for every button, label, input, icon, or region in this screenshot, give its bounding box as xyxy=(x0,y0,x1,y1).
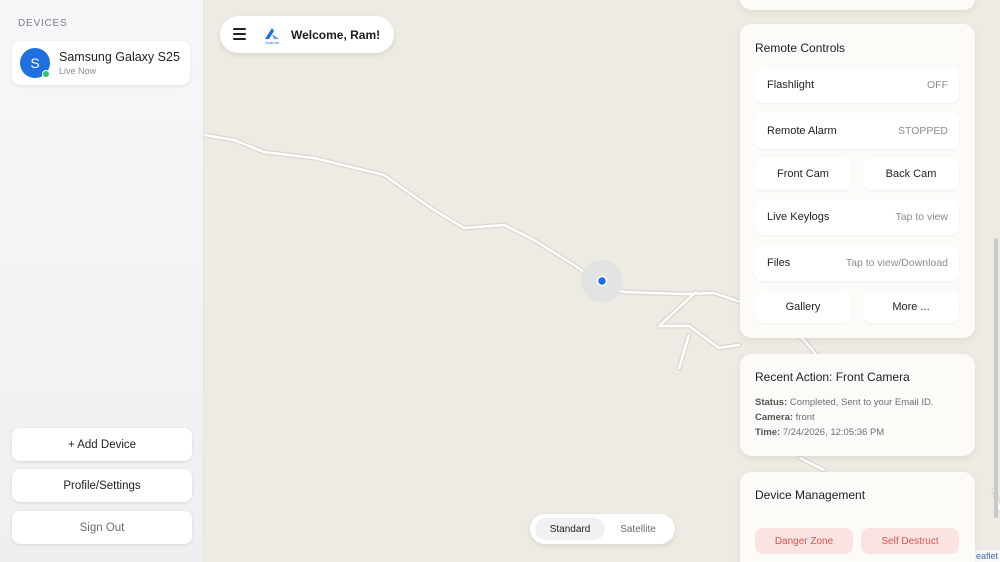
devices-heading: DEVICES xyxy=(18,18,68,29)
map-type-satellite[interactable]: Satellite xyxy=(606,518,670,540)
flashlight-control[interactable]: Flashlight OFF xyxy=(755,67,959,103)
files-value: Tap to view/Download xyxy=(845,257,948,269)
welcome-message: Welcome, Ram! xyxy=(291,28,381,42)
remote-alarm-value: STOPPED xyxy=(898,125,948,137)
recent-action-card: Recent Action: Front Camera Status: Comp… xyxy=(740,354,975,456)
remote-alarm-label: Remote Alarm xyxy=(767,125,837,137)
profile-settings-button[interactable]: Profile/Settings xyxy=(12,469,192,502)
device-management-card: Device Management Danger Zone Self Destr… xyxy=(740,472,975,562)
device-management-title: Device Management xyxy=(755,488,866,502)
remote-controls-card: Remote Controls Flashlight OFF Remote Al… xyxy=(740,24,975,338)
files-label: Files xyxy=(767,257,791,269)
danger-zone-button[interactable]: Danger Zone xyxy=(755,528,853,554)
device-name: Samsung Galaxy S25 xyxy=(59,50,180,64)
hamburger-menu-icon[interactable] xyxy=(233,28,246,40)
more-button[interactable]: More ... xyxy=(863,291,959,323)
files-control[interactable]: Files Tap to view/Download xyxy=(755,245,959,281)
remote-alarm-control[interactable]: Remote Alarm STOPPED xyxy=(755,113,959,149)
add-device-button[interactable]: + Add Device xyxy=(12,428,192,461)
device-status: Live Now xyxy=(59,66,97,76)
recent-action-title: Recent Action: Front Camera xyxy=(755,370,910,384)
panel-scrollbar[interactable] xyxy=(994,238,998,518)
device-card[interactable]: S Samsung Galaxy S25 Live Now xyxy=(12,41,190,85)
live-keylogs-value: Tap to view xyxy=(895,211,948,223)
map-type-standard[interactable]: Standard xyxy=(535,518,605,540)
svg-text:Android: Android xyxy=(265,40,279,45)
location-marker-icon xyxy=(596,275,608,287)
gallery-button[interactable]: Gallery xyxy=(755,291,851,323)
live-keylogs-control[interactable]: Live Keylogs Tap to view xyxy=(755,199,959,235)
flashlight-value: OFF xyxy=(927,79,948,91)
top-bar: Android Welcome, Ram! xyxy=(220,16,394,53)
recent-action-status: Status: Completed, Sent to your Email ID… xyxy=(755,397,934,408)
front-cam-button[interactable]: Front Cam xyxy=(755,158,851,190)
flashlight-label: Flashlight xyxy=(767,79,815,91)
recent-action-camera: Camera: front xyxy=(755,412,815,423)
map-type-toggle: Standard Satellite xyxy=(530,514,675,544)
self-destruct-button[interactable]: Self Destruct xyxy=(861,528,959,554)
previous-card xyxy=(740,0,975,10)
live-keylogs-label: Live Keylogs xyxy=(767,211,830,223)
recent-action-time: Time: 7/24/2026, 12:05:36 PM xyxy=(755,427,885,438)
sign-out-button[interactable]: Sign Out xyxy=(12,511,192,544)
remote-controls-title: Remote Controls xyxy=(755,41,846,55)
online-status-dot xyxy=(42,70,50,78)
sidebar: DEVICES S Samsung Galaxy S25 Live Now + … xyxy=(0,0,204,562)
map-attribution[interactable]: eaflet xyxy=(973,550,1000,562)
app-logo-icon: Android xyxy=(265,28,279,45)
back-cam-button[interactable]: Back Cam xyxy=(863,158,959,190)
